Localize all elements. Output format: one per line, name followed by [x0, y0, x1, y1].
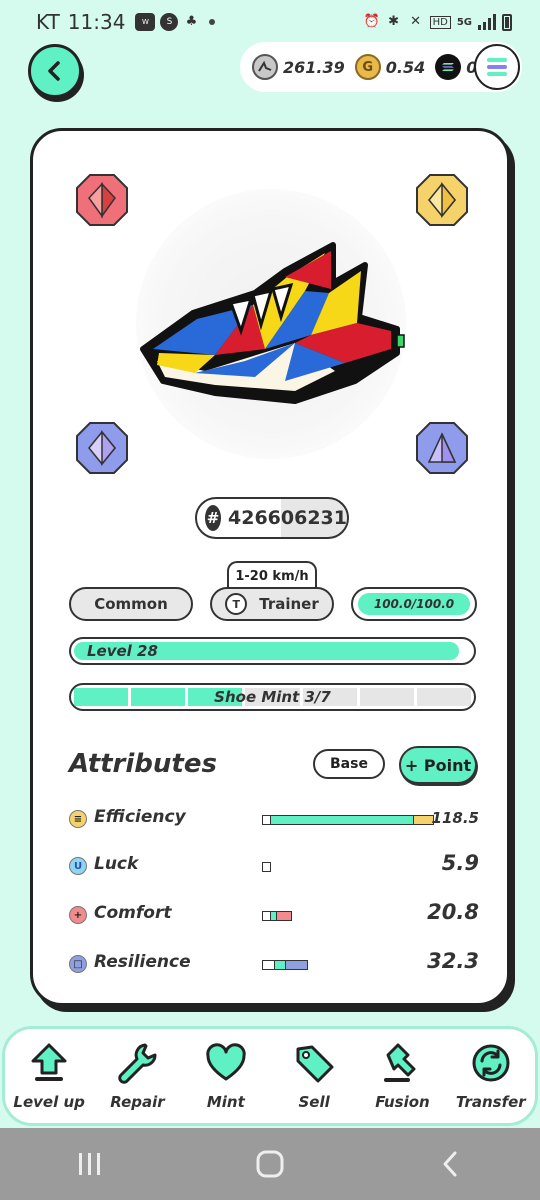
luck-icon: U: [69, 857, 87, 875]
gst-coin-icon: [252, 54, 278, 80]
durability-pill[interactable]: 100.0/100.0: [351, 587, 477, 621]
heart-icon: [206, 1043, 246, 1081]
recent-apps-icon[interactable]: [75, 1151, 105, 1177]
attribute-row-comfort: + Comfort 20.8: [69, 900, 479, 930]
attribute-row-resilience: □ Resilience 32.3: [69, 949, 479, 979]
sneaker-card: # 426606231 1-20 km/h Common T Trainer 1…: [30, 128, 510, 1006]
attributes-heading: Attributes: [69, 749, 217, 779]
game-icon: ♣: [185, 14, 198, 29]
action-nav: Level up Repair Mint Sell Fusion Transfe…: [2, 1026, 538, 1126]
attribute-bar: [262, 862, 271, 872]
hd-icon: HD: [429, 15, 451, 29]
home-icon[interactable]: [255, 1149, 285, 1179]
signal-icon: [478, 14, 496, 30]
notification-dot: [209, 19, 216, 25]
attribute-name: Luck: [94, 854, 139, 874]
gmt-coin-icon: G: [354, 54, 381, 80]
chevron-left-icon: [48, 61, 60, 81]
attribute-row-luck: U Luck 5.9: [69, 851, 479, 881]
bluetooth-icon: ✱: [388, 14, 400, 29]
type-label: Trainer: [259, 595, 319, 613]
clock: 11:34: [67, 10, 126, 34]
resilience-icon: □: [69, 955, 87, 973]
durability-value: 100.0/100.0: [358, 593, 470, 615]
alarm-icon: ⏰: [363, 14, 380, 29]
s-icon: S: [160, 13, 179, 31]
hammer-icon: [384, 1043, 416, 1082]
level-label: Level 28: [87, 642, 158, 660]
comfort-icon: +: [69, 906, 87, 924]
mint-bar: Shoe Mint 3/7: [69, 683, 476, 711]
status-bar: KT 11:34 W S ♣ ⏰ ✱ ✕ HD 5G: [0, 0, 540, 44]
blue-gem-socket-right-icon[interactable]: [413, 419, 471, 477]
nav-label: Sell: [298, 1093, 330, 1111]
attribute-value: 32.3: [427, 949, 479, 973]
nav-sell[interactable]: Sell: [274, 1041, 354, 1123]
trainer-type-icon: T: [225, 593, 248, 615]
nav-mint[interactable]: Mint: [186, 1041, 266, 1123]
transfer-icon: [472, 1044, 510, 1082]
attribute-value: 118.5: [431, 809, 479, 827]
back-nav-icon[interactable]: [435, 1149, 465, 1179]
rarity-pill: Common: [69, 587, 193, 621]
nav-label: Level up: [13, 1093, 85, 1111]
sol-coin-icon: [435, 54, 462, 80]
back-button[interactable]: [28, 44, 82, 98]
hash-icon: #: [205, 505, 222, 531]
attribute-value: 20.8: [427, 900, 479, 924]
wear-icon: W: [135, 13, 156, 31]
gst-balance: 261.39: [252, 54, 345, 80]
sneaker-image: [140, 242, 405, 404]
red-gem-socket-icon[interactable]: [73, 171, 131, 229]
nav-level-up[interactable]: Level up: [9, 1041, 89, 1123]
gmt-value: 0.54: [385, 57, 426, 77]
system-nav-bar: [0, 1128, 540, 1200]
add-point-button[interactable]: + Point: [399, 746, 477, 784]
attribute-name: Efficiency: [94, 807, 186, 827]
carrier-label: KT: [36, 10, 60, 34]
level-up-icon: [31, 1043, 67, 1081]
tag-icon: [296, 1045, 334, 1083]
sneaker-id-pill: # 426606231: [195, 497, 349, 539]
attribute-name: Comfort: [94, 903, 172, 923]
yellow-gem-socket-icon[interactable]: [413, 171, 471, 229]
base-button[interactable]: Base: [313, 749, 385, 779]
nav-repair[interactable]: Repair: [97, 1041, 177, 1123]
nav-label: Transfer: [455, 1093, 526, 1111]
nav-label: Repair: [110, 1093, 165, 1111]
wrench-icon: [118, 1043, 157, 1084]
attribute-row-efficiency: ≡ Efficiency 118.5: [69, 804, 479, 834]
attribute-value: 5.9: [441, 851, 479, 875]
wallet-menu-button[interactable]: [474, 44, 520, 90]
rarity-label: Common: [94, 595, 168, 613]
gmt-balance: G 0.54: [354, 54, 426, 80]
battery-icon: [502, 13, 512, 31]
blue-gem-socket-left-icon[interactable]: [73, 419, 131, 477]
mint-label: Shoe Mint 3/7: [214, 688, 331, 706]
mute-icon: ✕: [410, 14, 422, 29]
attribute-bar: [262, 815, 434, 825]
nav-label: Mint: [206, 1093, 245, 1111]
nav-label: Fusion: [375, 1093, 430, 1111]
efficiency-icon: ≡: [69, 810, 87, 828]
level-bar: Level 28: [69, 637, 476, 665]
attribute-name: Resilience: [94, 952, 191, 972]
nav-transfer[interactable]: Transfer: [451, 1041, 531, 1123]
currency-bar: 261.39 G 0.54 0: [240, 42, 522, 92]
5g-icon: 5G: [456, 16, 472, 28]
attribute-bar: [262, 911, 292, 921]
attribute-bar: [262, 960, 308, 970]
sol-balance: 0: [435, 54, 477, 80]
speed-range-tag: 1-20 km/h: [227, 561, 317, 589]
sneaker-id: 426606231: [228, 507, 347, 529]
nav-fusion[interactable]: Fusion: [362, 1041, 442, 1123]
type-pill: T Trainer: [210, 587, 334, 621]
gst-value: 261.39: [283, 57, 345, 77]
